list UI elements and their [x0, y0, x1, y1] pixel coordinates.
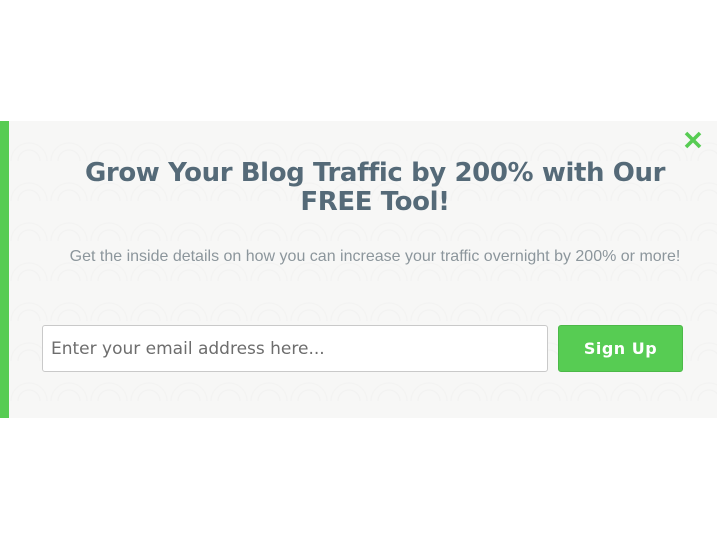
- close-icon: [684, 131, 702, 149]
- sign-up-button[interactable]: Sign Up: [558, 325, 683, 372]
- page: Grow Your Blog Traffic by 200% with Our …: [0, 0, 717, 538]
- close-button[interactable]: [683, 130, 703, 150]
- email-input[interactable]: [42, 325, 548, 372]
- popup-headline: Grow Your Blog Traffic by 200% with Our …: [84, 158, 666, 217]
- optin-popup: Grow Your Blog Traffic by 200% with Our …: [0, 121, 717, 418]
- popup-description: Get the inside details on how you can in…: [69, 248, 681, 265]
